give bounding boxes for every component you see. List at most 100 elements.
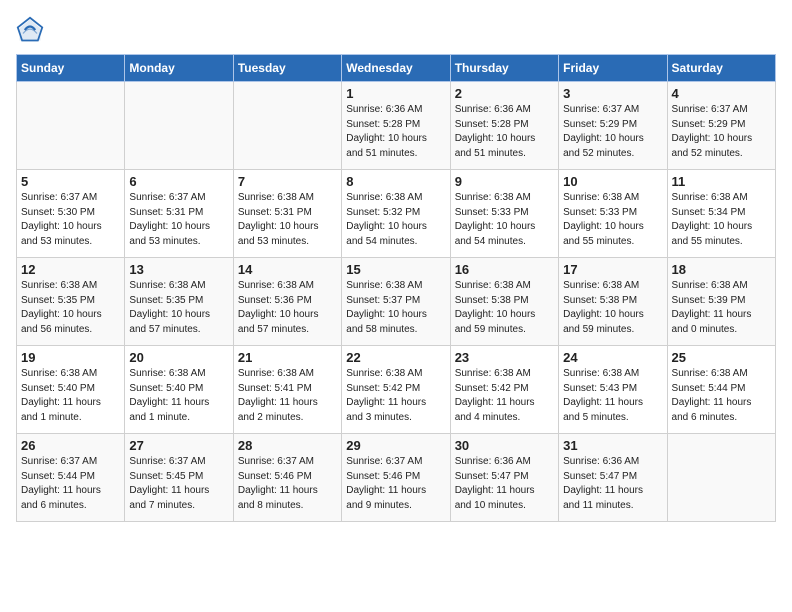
day-number: 8 [346,174,445,189]
calendar-cell: 28 Sunrise: 6:37 AM Sunset: 5:46 PM Dayli… [233,434,341,522]
calendar-cell: 17 Sunrise: 6:38 AM Sunset: 5:38 PM Dayli… [559,258,667,346]
calendar-cell: 20 Sunrise: 6:38 AM Sunset: 5:40 PM Dayli… [125,346,233,434]
cell-info: Sunrise: 6:38 AM Sunset: 5:35 PM Dayligh… [21,279,120,337]
cell-info: Sunrise: 6:38 AM Sunset: 5:33 PM Dayligh… [455,191,554,249]
header-cell-friday: Friday [559,55,667,82]
cell-info: Sunrise: 6:38 AM Sunset: 5:38 PM Dayligh… [455,279,554,337]
header-cell-thursday: Thursday [450,55,558,82]
cell-info: Sunrise: 6:36 AM Sunset: 5:47 PM Dayligh… [563,455,662,513]
week-row-3: 12 Sunrise: 6:38 AM Sunset: 5:35 PM Dayli… [17,258,776,346]
calendar-cell: 30 Sunrise: 6:36 AM Sunset: 5:47 PM Dayli… [450,434,558,522]
header-cell-sunday: Sunday [17,55,125,82]
calendar-table: SundayMondayTuesdayWednesdayThursdayFrid… [16,54,776,522]
cell-info: Sunrise: 6:37 AM Sunset: 5:30 PM Dayligh… [21,191,120,249]
calendar-cell: 2 Sunrise: 6:36 AM Sunset: 5:28 PM Daylig… [450,82,558,170]
day-number: 14 [238,262,337,277]
day-number: 20 [129,350,228,365]
day-number: 13 [129,262,228,277]
cell-info: Sunrise: 6:38 AM Sunset: 5:43 PM Dayligh… [563,367,662,425]
calendar-cell: 12 Sunrise: 6:38 AM Sunset: 5:35 PM Dayli… [17,258,125,346]
day-number: 16 [455,262,554,277]
cell-info: Sunrise: 6:36 AM Sunset: 5:28 PM Dayligh… [346,103,445,161]
day-number: 22 [346,350,445,365]
logo-icon [16,16,44,44]
day-number: 7 [238,174,337,189]
week-row-1: 1 Sunrise: 6:36 AM Sunset: 5:28 PM Daylig… [17,82,776,170]
day-number: 19 [21,350,120,365]
cell-info: Sunrise: 6:38 AM Sunset: 5:41 PM Dayligh… [238,367,337,425]
day-number: 6 [129,174,228,189]
week-row-5: 26 Sunrise: 6:37 AM Sunset: 5:44 PM Dayli… [17,434,776,522]
day-number: 9 [455,174,554,189]
cell-info: Sunrise: 6:38 AM Sunset: 5:38 PM Dayligh… [563,279,662,337]
calendar-cell: 10 Sunrise: 6:38 AM Sunset: 5:33 PM Dayli… [559,170,667,258]
calendar-cell: 6 Sunrise: 6:37 AM Sunset: 5:31 PM Daylig… [125,170,233,258]
cell-info: Sunrise: 6:38 AM Sunset: 5:42 PM Dayligh… [455,367,554,425]
calendar-cell: 23 Sunrise: 6:38 AM Sunset: 5:42 PM Dayli… [450,346,558,434]
calendar-cell: 27 Sunrise: 6:37 AM Sunset: 5:45 PM Dayli… [125,434,233,522]
calendar-cell: 14 Sunrise: 6:38 AM Sunset: 5:36 PM Dayli… [233,258,341,346]
day-number: 10 [563,174,662,189]
cell-info: Sunrise: 6:38 AM Sunset: 5:37 PM Dayligh… [346,279,445,337]
day-number: 5 [21,174,120,189]
cell-info: Sunrise: 6:38 AM Sunset: 5:32 PM Dayligh… [346,191,445,249]
day-number: 26 [21,438,120,453]
cell-info: Sunrise: 6:37 AM Sunset: 5:45 PM Dayligh… [129,455,228,513]
day-number: 24 [563,350,662,365]
calendar-cell: 3 Sunrise: 6:37 AM Sunset: 5:29 PM Daylig… [559,82,667,170]
cell-info: Sunrise: 6:37 AM Sunset: 5:46 PM Dayligh… [346,455,445,513]
cell-info: Sunrise: 6:38 AM Sunset: 5:35 PM Dayligh… [129,279,228,337]
calendar-cell: 9 Sunrise: 6:38 AM Sunset: 5:33 PM Daylig… [450,170,558,258]
cell-info: Sunrise: 6:36 AM Sunset: 5:47 PM Dayligh… [455,455,554,513]
cell-info: Sunrise: 6:38 AM Sunset: 5:39 PM Dayligh… [672,279,771,337]
page-header [16,16,776,44]
calendar-header: SundayMondayTuesdayWednesdayThursdayFrid… [17,55,776,82]
cell-info: Sunrise: 6:37 AM Sunset: 5:29 PM Dayligh… [563,103,662,161]
cell-info: Sunrise: 6:38 AM Sunset: 5:40 PM Dayligh… [129,367,228,425]
day-number: 30 [455,438,554,453]
header-cell-wednesday: Wednesday [342,55,450,82]
cell-info: Sunrise: 6:37 AM Sunset: 5:31 PM Dayligh… [129,191,228,249]
calendar-cell: 8 Sunrise: 6:38 AM Sunset: 5:32 PM Daylig… [342,170,450,258]
day-number: 23 [455,350,554,365]
calendar-cell: 22Sunrise: 6:38 AM Sunset: 5:42 PM Dayli… [342,346,450,434]
calendar-cell: 24 Sunrise: 6:38 AM Sunset: 5:43 PM Dayli… [559,346,667,434]
day-number: 3 [563,86,662,101]
cell-info: Sunrise: 6:38 AM Sunset: 5:36 PM Dayligh… [238,279,337,337]
day-number: 29 [346,438,445,453]
calendar-cell: 16 Sunrise: 6:38 AM Sunset: 5:38 PM Dayli… [450,258,558,346]
cell-info: Sunrise: 6:38 AM Sunset: 5:33 PM Dayligh… [563,191,662,249]
day-number: 12 [21,262,120,277]
calendar-body: 1 Sunrise: 6:36 AM Sunset: 5:28 PM Daylig… [17,82,776,522]
day-number: 25 [672,350,771,365]
calendar-cell: 18Sunrise: 6:38 AM Sunset: 5:39 PM Dayli… [667,258,775,346]
cell-info: Sunrise: 6:38 AM Sunset: 5:40 PM Dayligh… [21,367,120,425]
week-row-2: 5 Sunrise: 6:37 AM Sunset: 5:30 PM Daylig… [17,170,776,258]
calendar-cell: 5 Sunrise: 6:37 AM Sunset: 5:30 PM Daylig… [17,170,125,258]
calendar-cell: 13 Sunrise: 6:38 AM Sunset: 5:35 PM Dayli… [125,258,233,346]
day-number: 31 [563,438,662,453]
calendar-cell: 7Sunrise: 6:38 AM Sunset: 5:31 PM Daylig… [233,170,341,258]
day-number: 28 [238,438,337,453]
day-number: 11 [672,174,771,189]
calendar-cell: 4Sunrise: 6:37 AM Sunset: 5:29 PM Daylig… [667,82,775,170]
day-number: 17 [563,262,662,277]
logo [16,16,48,44]
calendar-cell: 15Sunrise: 6:38 AM Sunset: 5:37 PM Dayli… [342,258,450,346]
day-number: 2 [455,86,554,101]
calendar-cell: 26 Sunrise: 6:37 AM Sunset: 5:44 PM Dayli… [17,434,125,522]
header-cell-tuesday: Tuesday [233,55,341,82]
calendar-cell: 29 Sunrise: 6:37 AM Sunset: 5:46 PM Dayli… [342,434,450,522]
calendar-cell [667,434,775,522]
cell-info: Sunrise: 6:37 AM Sunset: 5:44 PM Dayligh… [21,455,120,513]
header-row: SundayMondayTuesdayWednesdayThursdayFrid… [17,55,776,82]
cell-info: Sunrise: 6:37 AM Sunset: 5:29 PM Dayligh… [672,103,771,161]
day-number: 1 [346,86,445,101]
calendar-cell [125,82,233,170]
calendar-cell: 31 Sunrise: 6:36 AM Sunset: 5:47 PM Dayli… [559,434,667,522]
day-number: 27 [129,438,228,453]
header-cell-saturday: Saturday [667,55,775,82]
day-number: 21 [238,350,337,365]
cell-info: Sunrise: 6:36 AM Sunset: 5:28 PM Dayligh… [455,103,554,161]
cell-info: Sunrise: 6:37 AM Sunset: 5:46 PM Dayligh… [238,455,337,513]
